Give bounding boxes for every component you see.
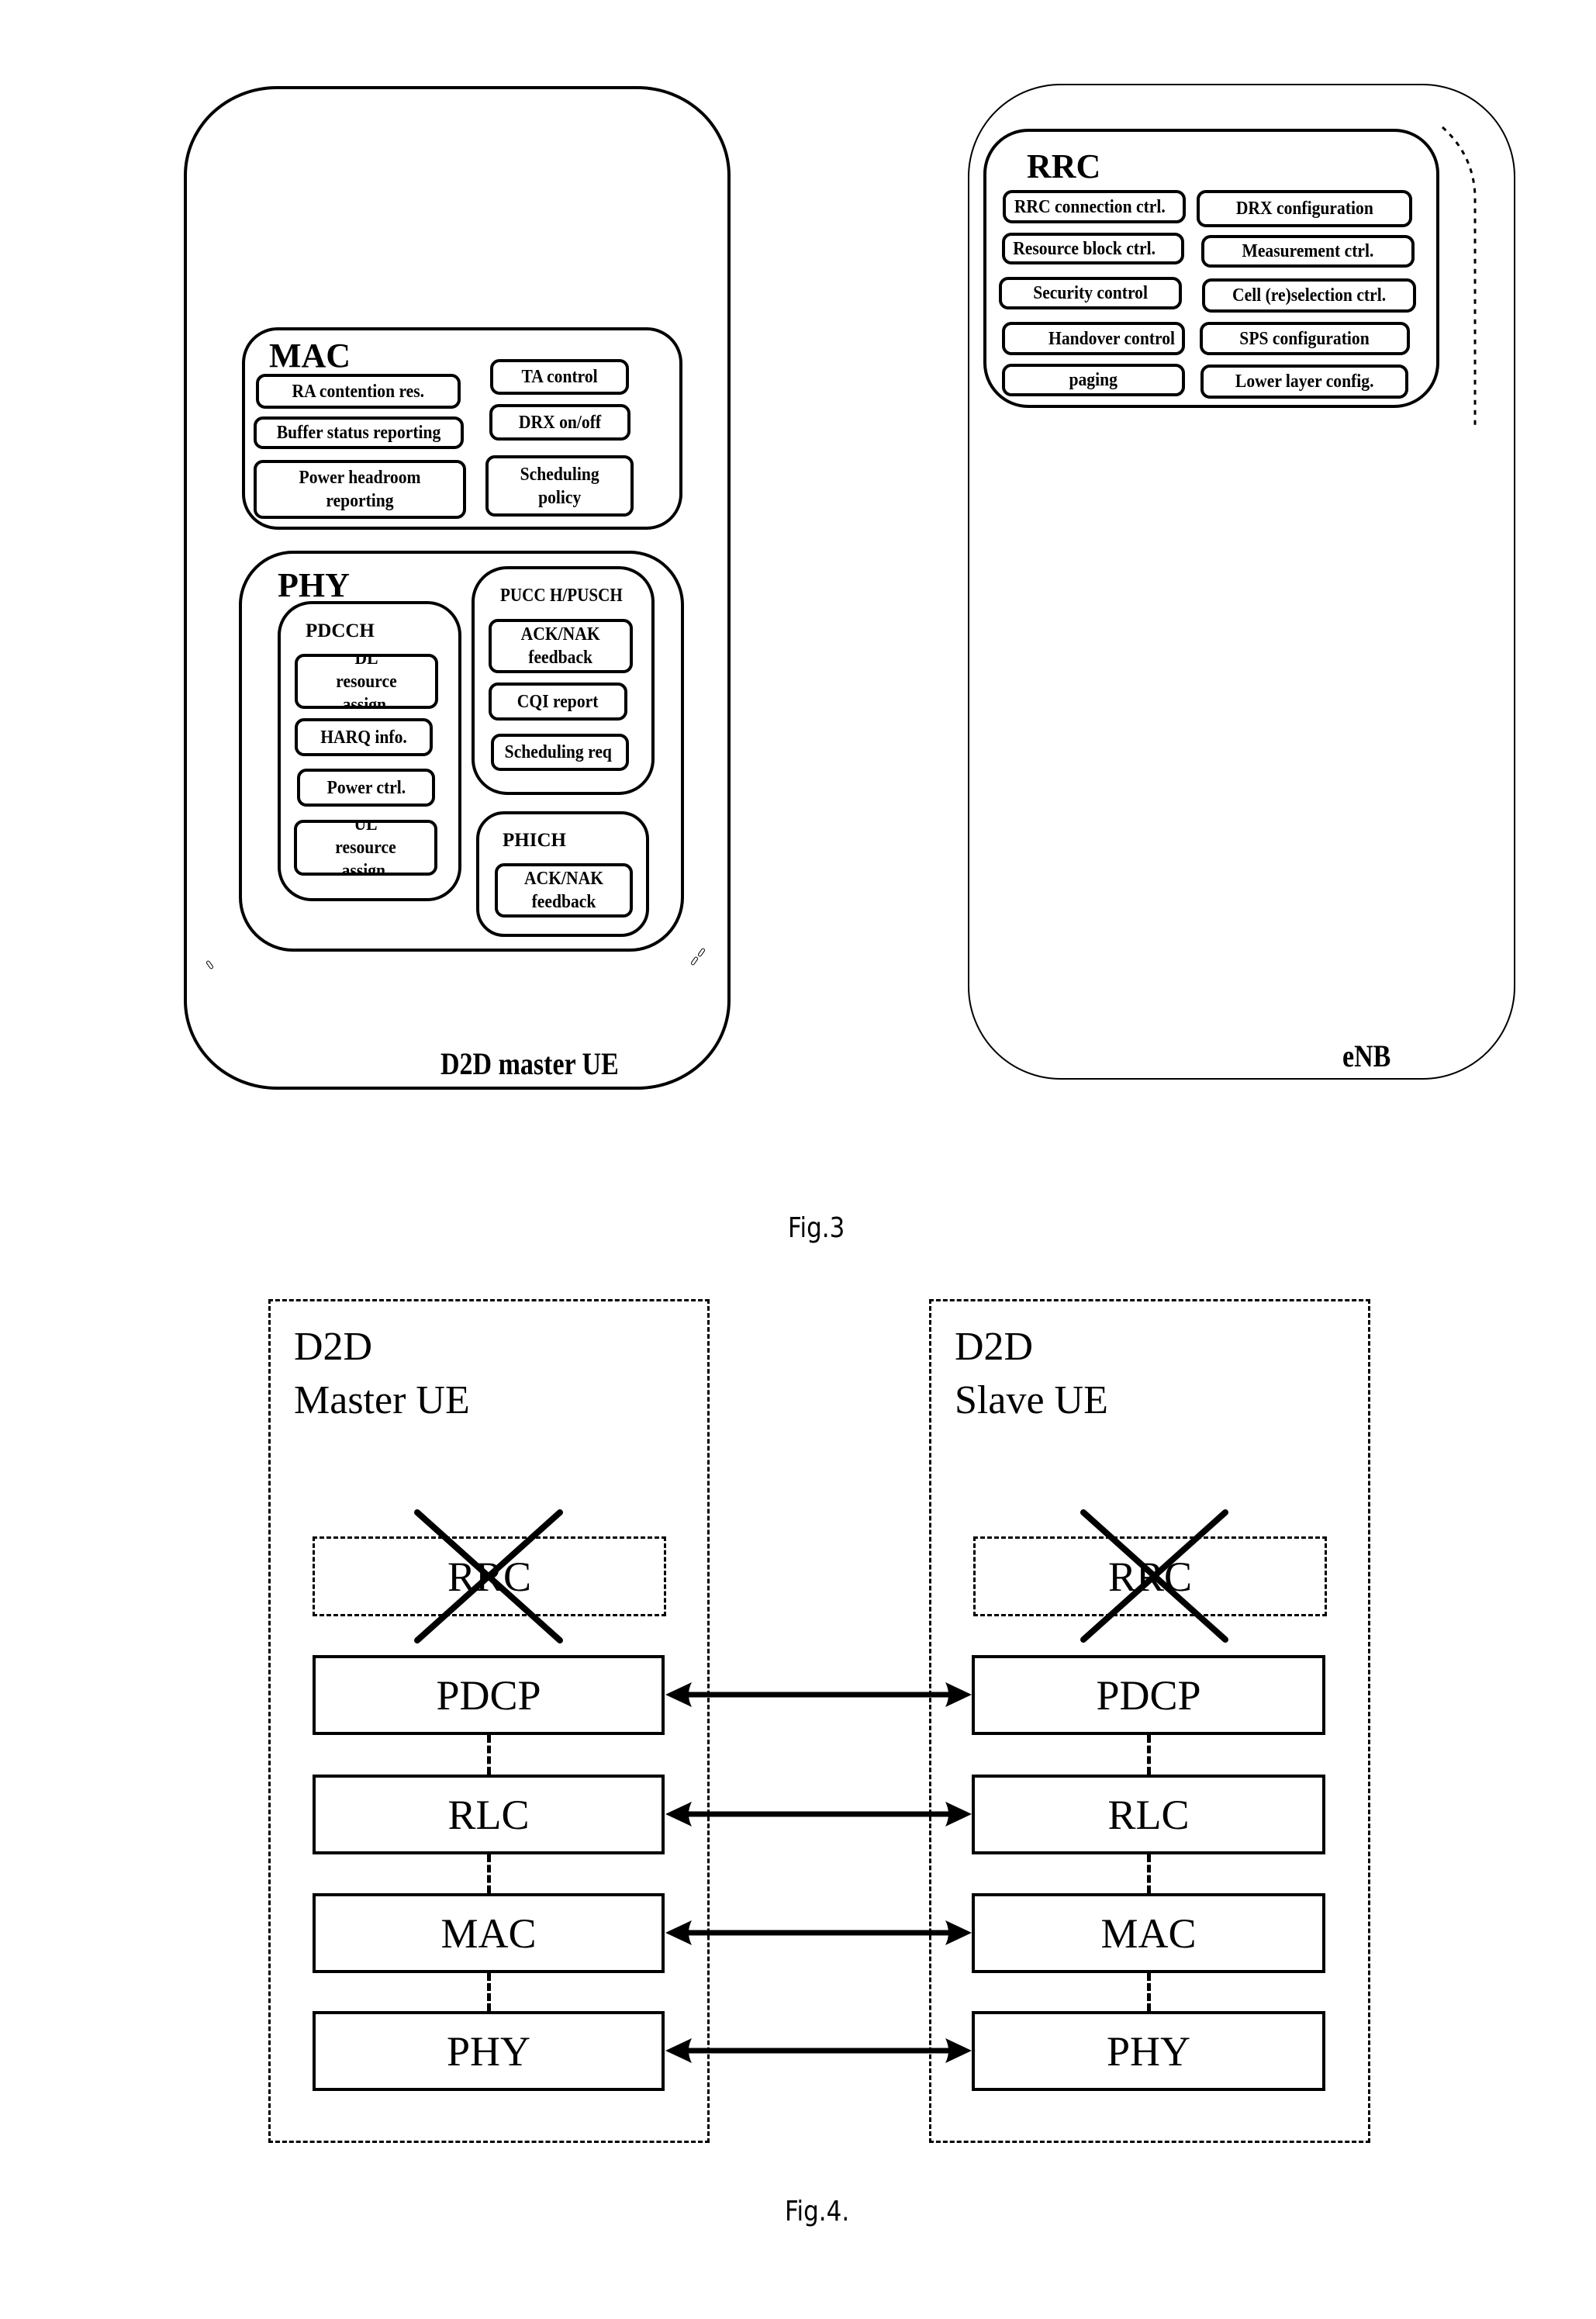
master-ue-title-line2: Master UE	[294, 1378, 470, 1422]
rrc-function: Handover control	[1002, 322, 1185, 355]
pucch-pusch-group-title: PUCC H/PUSCH	[500, 586, 623, 606]
pdcch-group-title: PDCCH	[306, 620, 375, 641]
mac-function: Power headroom reporting	[254, 460, 466, 519]
rrc-function: Resource block ctrl.	[1002, 233, 1184, 264]
slave-layer-rlc: RLC	[972, 1775, 1325, 1854]
phich-group-title: PHICH	[503, 830, 566, 851]
rrc-group-title: RRC	[1027, 147, 1101, 185]
ue-entity-label: D2D master UE	[440, 1046, 619, 1081]
master-ue-title-line1: D2D	[294, 1325, 373, 1369]
pucch-function: CQI report	[489, 683, 627, 721]
pucch-function: Scheduling req	[491, 734, 629, 771]
mac-group-title: MAC	[269, 337, 351, 375]
peer-arrow-phy	[665, 2038, 972, 2063]
peer-arrow-pdcp	[665, 1682, 972, 1707]
rrc-function: Security control	[999, 277, 1182, 309]
master-layer-connector	[487, 1973, 491, 2011]
rrc-function: paging	[1002, 364, 1185, 396]
mac-function: Scheduling policy	[485, 455, 634, 517]
mac-function: RA contention res.	[256, 374, 461, 409]
rrc-function: Measurement ctrl.	[1201, 235, 1415, 268]
master-layer-pdcp: PDCP	[313, 1655, 665, 1735]
mac-function: TA control	[490, 359, 629, 395]
slave-ue-title-line1: D2D	[955, 1325, 1034, 1369]
mac-function: DRX on/off	[489, 404, 630, 441]
slave-layer-phy: PHY	[972, 2011, 1325, 2091]
peer-arrow-rlc	[665, 1802, 972, 1827]
phy-group-title: PHY	[278, 566, 350, 604]
slave-rrc-disabled: RRC	[973, 1536, 1327, 1616]
phich-function: ACK/NAK feedback	[495, 863, 633, 918]
fig3-caption: Fig.3	[788, 1212, 845, 1244]
slave-ue-title-line2: Slave UE	[955, 1378, 1108, 1422]
peer-arrow-mac	[665, 1920, 972, 1945]
slave-layer-connector	[1147, 1735, 1151, 1775]
enb-entity-label: eNB	[1342, 1039, 1391, 1073]
rrc-function: DRX configuration	[1197, 190, 1412, 227]
mac-function: Buffer status reporting	[254, 416, 464, 449]
pdcch-function: HARQ info.	[295, 718, 433, 756]
rrc-function: Cell (re)selection ctrl.	[1202, 278, 1416, 313]
pdcch-function: UL resource assign.	[294, 820, 437, 876]
master-layer-connector	[487, 1735, 491, 1775]
rrc-function: SPS configuration	[1200, 322, 1410, 355]
slave-layer-connector	[1147, 1973, 1151, 2011]
master-rrc-disabled: RRC	[313, 1536, 666, 1616]
pdcch-function: Power ctrl.	[297, 769, 435, 807]
pucch-function: ACK/NAK feedback	[489, 619, 633, 673]
master-layer-phy: PHY	[313, 2011, 665, 2091]
pdcch-function: DL resource assign.	[295, 654, 438, 709]
rrc-function: Lower layer config.	[1200, 365, 1408, 399]
slave-layer-pdcp: PDCP	[972, 1655, 1325, 1735]
master-layer-mac: MAC	[313, 1893, 665, 1973]
master-layer-rlc: RLC	[313, 1775, 665, 1854]
slave-layer-mac: MAC	[972, 1893, 1325, 1973]
master-layer-connector	[487, 1854, 491, 1893]
rrc-function: RRC connection ctrl.	[1003, 190, 1186, 223]
slave-layer-connector	[1147, 1854, 1151, 1893]
fig4-caption: Fig.4.	[785, 2196, 850, 2227]
